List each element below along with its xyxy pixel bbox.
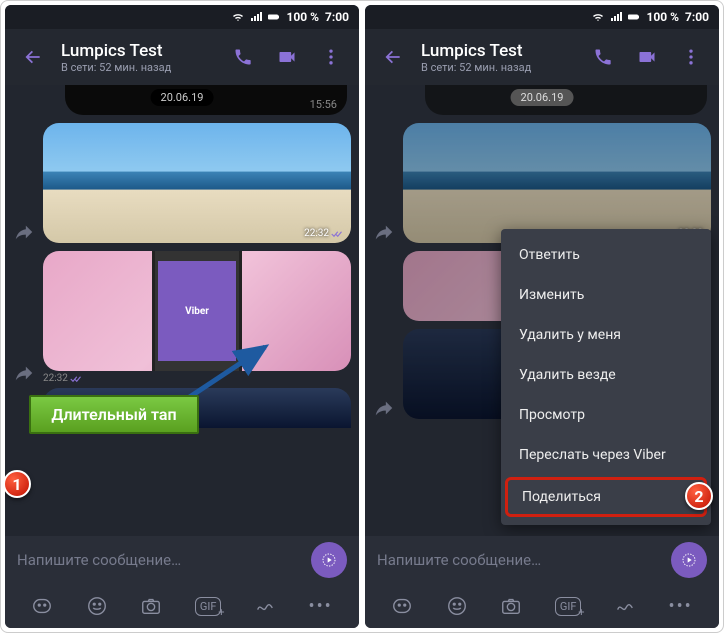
back-button[interactable]	[17, 41, 49, 73]
video-call-button[interactable]	[271, 41, 303, 73]
forward-icon[interactable]	[373, 221, 395, 243]
message-input[interactable]: Напишите сообщение…	[377, 551, 663, 569]
signal-icon	[610, 11, 622, 23]
camera-icon[interactable]	[140, 595, 162, 617]
wifi-icon	[592, 11, 604, 23]
battery-icon	[268, 11, 280, 23]
menu-item-view[interactable]: Просмотр	[501, 395, 711, 435]
menu-item-forward-viber[interactable]: Переслать через Viber	[501, 435, 711, 475]
menu-item-share[interactable]: Поделиться	[505, 477, 707, 517]
app-bar: Lumpics Test В сети: 52 мин. назад	[365, 29, 719, 85]
tip-long-tap: Длительный тап	[29, 395, 199, 434]
menu-item-delete-for-me[interactable]: Удалить у меня	[501, 315, 711, 355]
annotation-badge-2: 2	[685, 482, 713, 510]
status-bar: 100 % 7:00	[5, 5, 359, 29]
forward-icon[interactable]	[13, 221, 35, 243]
battery-icon	[628, 11, 640, 23]
clock: 7:00	[685, 10, 709, 24]
menu-item-delete-everywhere[interactable]: Удалить везде	[501, 355, 711, 395]
wifi-icon	[232, 11, 244, 23]
status-bar: 100 % 7:00	[365, 5, 719, 29]
emoji-icon[interactable]	[446, 595, 468, 617]
chat-subtitle: В сети: 52 мин. назад	[421, 61, 575, 74]
voice-call-button[interactable]	[227, 41, 259, 73]
phone-right: 100 % 7:00 Lumpics Test В сети: 52 мин. …	[365, 5, 719, 628]
voice-message-button[interactable]	[671, 542, 707, 578]
menu-item-reply[interactable]: Ответить	[501, 235, 711, 275]
battery-pct: 100 %	[646, 10, 679, 24]
app-bar: Lumpics Test В сети: 52 мин. назад	[5, 29, 359, 85]
chat-title[interactable]: Lumpics Test	[421, 41, 575, 61]
chat-area[interactable]: 20.06.19 22:32 Viber Ответить Изменить У…	[365, 85, 719, 536]
phone-left: 100 % 7:00 Lumpics Test В сети: 52 мин. …	[5, 5, 359, 628]
input-bar: Напишите сообщение…	[365, 536, 719, 584]
chat-subtitle: В сети: 52 мин. назад	[61, 61, 215, 74]
attachment-toolbar: GIF+ •••	[365, 584, 719, 628]
more-attachments[interactable]: •••	[669, 596, 693, 617]
photo-message-beach[interactable]: 22:32	[43, 123, 351, 243]
back-button[interactable]	[377, 41, 409, 73]
forward-icon[interactable]	[373, 397, 395, 419]
voice-call-button[interactable]	[587, 41, 619, 73]
input-bar: Напишите сообщение…	[5, 536, 359, 584]
chat-title[interactable]: Lumpics Test	[61, 41, 215, 61]
menu-item-edit[interactable]: Изменить	[501, 275, 711, 315]
chat-area[interactable]: 15:56 20.06.19 22:32 Viber 22:32 Длитель…	[5, 85, 359, 536]
date-badge: 20.06.19	[151, 89, 214, 106]
gif-button[interactable]: GIF+	[195, 597, 222, 616]
voice-message-button[interactable]	[311, 542, 347, 578]
photo-message-beach[interactable]: 22:32	[403, 123, 711, 243]
sticker-icon[interactable]	[391, 595, 413, 617]
signal-icon	[250, 11, 262, 23]
date-badge: 20.06.19	[511, 89, 574, 106]
emoji-icon[interactable]	[86, 595, 108, 617]
forward-icon[interactable]	[13, 362, 35, 384]
clock: 7:00	[325, 10, 349, 24]
more-attachments[interactable]: •••	[309, 596, 333, 617]
timestamp: 22:32	[304, 228, 343, 239]
doodle-icon[interactable]	[254, 595, 276, 617]
context-menu: Ответить Изменить Удалить у меня Удалить…	[501, 229, 711, 525]
more-button[interactable]	[315, 41, 347, 73]
message-row: 22:32	[373, 123, 711, 243]
more-button[interactable]	[675, 41, 707, 73]
gif-button[interactable]: GIF+	[555, 597, 582, 616]
doodle-icon[interactable]	[614, 595, 636, 617]
attachment-toolbar: GIF+ •••	[5, 584, 359, 628]
sticker-icon[interactable]	[31, 595, 53, 617]
battery-pct: 100 %	[286, 10, 319, 24]
video-call-button[interactable]	[631, 41, 663, 73]
message-input[interactable]: Напишите сообщение…	[17, 551, 303, 569]
message-row: 22:32	[13, 123, 351, 243]
camera-icon[interactable]	[500, 595, 522, 617]
